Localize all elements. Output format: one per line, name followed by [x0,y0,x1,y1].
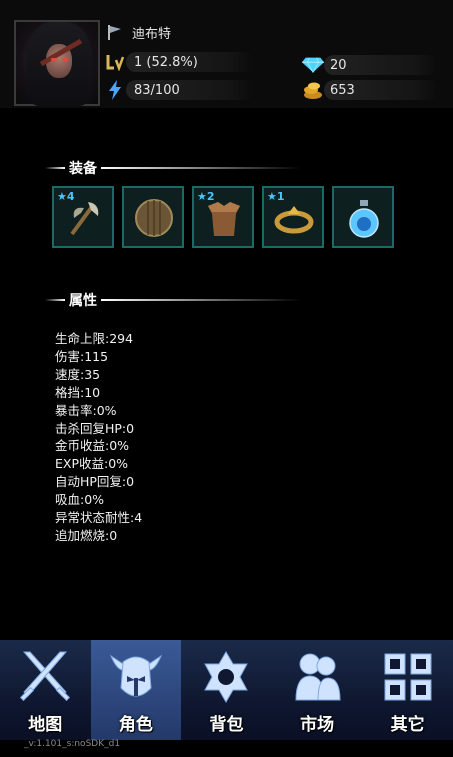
portrait-eye [51,58,57,61]
name-row: 迪布特 [104,22,171,42]
level-text: 1 (52.8%) [126,52,254,72]
attribute-row: 速度:35 [55,366,101,382]
attributes-section-title: 属性 [45,290,301,310]
crossed-swords-icon [20,651,71,702]
gems-row[interactable]: 20 [302,55,438,75]
character-name: 迪布特 [132,26,172,42]
energy-row: 83/100 [104,80,254,100]
equipment-slots: ★4 ★2 ★1 [52,186,394,248]
divider-line [45,299,65,301]
attributes-title: 属性 [69,293,97,309]
nav-label: 其它 [390,715,425,735]
helmet-icon [109,654,163,697]
nav-label: 角色 [118,715,153,735]
level-icon [104,52,126,72]
attributes-list: 生命上限:294 伤害:115 速度:35 格挡:10 暴击率:0% 击杀回复H… [55,330,142,545]
attribute-row: 金币收益:0% [55,438,130,454]
equipment-slot-ring[interactable]: ★1 [262,186,324,248]
nav-bag[interactable]: 背包 [181,640,272,740]
divider-line [101,167,301,169]
nav-map[interactable]: 地图 [0,640,91,740]
gems-count: 20 [324,55,438,75]
star-rating: ★1 [267,190,285,203]
shield-icon [135,199,173,237]
attribute-row: 异常状态耐性:4 [55,510,143,526]
nav-market[interactable]: 市场 [272,640,363,740]
nav-label: 市场 [300,715,335,735]
star-icon [204,651,249,703]
portrait-eye [62,58,68,61]
ring-icon [274,206,314,234]
attribute-row: 格挡:10 [55,384,101,400]
equipment-slot-armor[interactable]: ★2 [192,186,254,248]
attribute-row: 伤害:115 [55,348,109,364]
equipment-section-title: 装备 [45,158,301,178]
axe-icon [70,202,99,236]
level-row: 1 (52.8%) [104,52,254,72]
flag-icon [104,22,126,42]
armor-icon [208,202,240,236]
equipment-title: 装备 [69,161,97,177]
character-header: 迪布特 1 (52.8%) 83/100 20 653 [0,0,453,108]
star-rating: ★2 [197,190,215,203]
gold-coins-icon [302,80,324,100]
people-icon [295,653,341,701]
equipment-slot-weapon[interactable]: ★4 [52,186,114,248]
nav-character[interactable]: 角色 [90,640,182,740]
diamond-icon [302,55,324,75]
gold-row[interactable]: 653 [302,80,438,100]
attribute-row: 生命上限:294 [55,331,134,346]
character-portrait[interactable] [14,20,100,106]
attribute-row: 击杀回复HP:0 [55,420,135,436]
lightning-icon [104,80,126,100]
nav-label: 背包 [209,715,244,735]
divider-line [101,299,301,301]
gold-count: 653 [324,80,438,100]
divider-line [45,167,65,169]
star-rating: ★4 [57,190,75,203]
attribute-row: 暴击率:0% [55,402,117,418]
attribute-row: 自动HP回复:0 [55,474,135,490]
equipment-slot-shield[interactable] [122,186,184,248]
attribute-row: EXP收益:0% [55,456,129,472]
version-text: _v:1.101_s:noSDK_d1 [24,739,121,749]
equipment-slot-potion[interactable] [332,186,394,248]
attribute-row: 吸血:0% [55,492,105,508]
potion-icon [349,200,379,238]
grid-icon [384,653,432,701]
nav-label: 地图 [28,715,63,735]
bottom-nav: 地图 角色 背包 市场 其它 [0,640,453,740]
energy-text: 83/100 [126,80,254,100]
attribute-row: 追加燃烧:0 [55,527,118,543]
nav-other[interactable]: 其它 [362,640,453,740]
